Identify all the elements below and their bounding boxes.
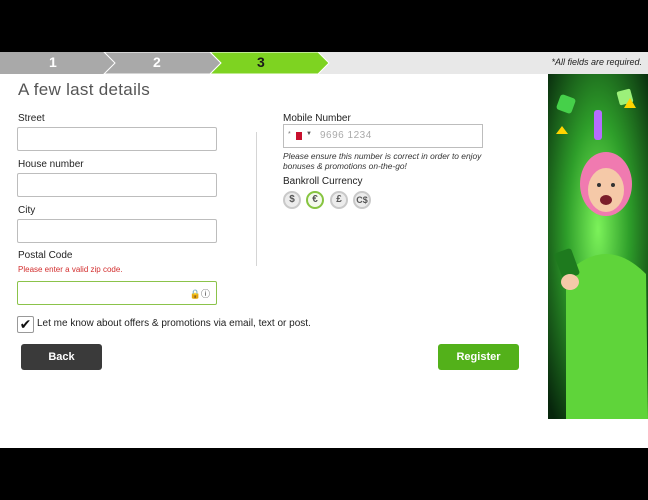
chevron-down-icon[interactable]: ▼ [306, 131, 312, 137]
currency-gbp-button[interactable]: £ [330, 191, 348, 209]
step-2-arrow [103, 52, 222, 74]
step-progress-bar: 1 2 3 *All fields are required. [0, 52, 648, 74]
street-label: Street [18, 113, 45, 124]
house-number-label: House number [18, 159, 84, 170]
step-1-arrow [0, 52, 115, 74]
consent-checkbox[interactable]: ✔ [17, 316, 34, 333]
promo-illustration [548, 74, 648, 419]
page-title: A few last details [18, 80, 151, 99]
currency-eur-button[interactable]: € [306, 191, 324, 209]
bankroll-currency-label: Bankroll Currency [283, 176, 363, 187]
phone-prefix: * [288, 131, 291, 138]
promo-banner-image [548, 74, 648, 419]
street-input[interactable] [17, 127, 217, 151]
step-2-label: 2 [153, 54, 161, 70]
city-label: City [18, 205, 36, 216]
consent-label: Let me know about offers & promotions vi… [37, 318, 311, 329]
registration-form-page: 1 2 3 *All fields are required. A few la… [0, 52, 648, 448]
required-fields-note: *All fields are required. [551, 57, 642, 67]
city-input[interactable] [17, 219, 217, 243]
step-1-label: 1 [49, 54, 57, 70]
register-button[interactable]: Register [438, 344, 519, 370]
postal-code-input[interactable]: 🔒ⓘ [17, 281, 217, 305]
mobile-number-input[interactable]: * ▼ 9696 1234 [283, 124, 483, 148]
step-3-label: 3 [257, 54, 265, 70]
back-button[interactable]: Back [21, 344, 102, 370]
currency-cad-button[interactable]: C$ [353, 191, 371, 209]
currency-usd-button[interactable]: $ [283, 191, 301, 209]
postal-code-error: Please enter a valid zip code. [18, 265, 123, 274]
mobile-number-label: Mobile Number [283, 113, 351, 124]
column-divider [256, 132, 257, 266]
country-flag-icon[interactable] [296, 132, 302, 140]
postal-code-label: Postal Code [18, 250, 73, 261]
step-3-arrow [209, 52, 330, 74]
mobile-number-hint: Please ensure this number is correct in … [283, 151, 482, 171]
mobile-number-placeholder: 9696 1234 [320, 130, 372, 141]
house-number-input[interactable] [17, 173, 217, 197]
lock-info-icon: 🔒ⓘ [189, 289, 210, 299]
